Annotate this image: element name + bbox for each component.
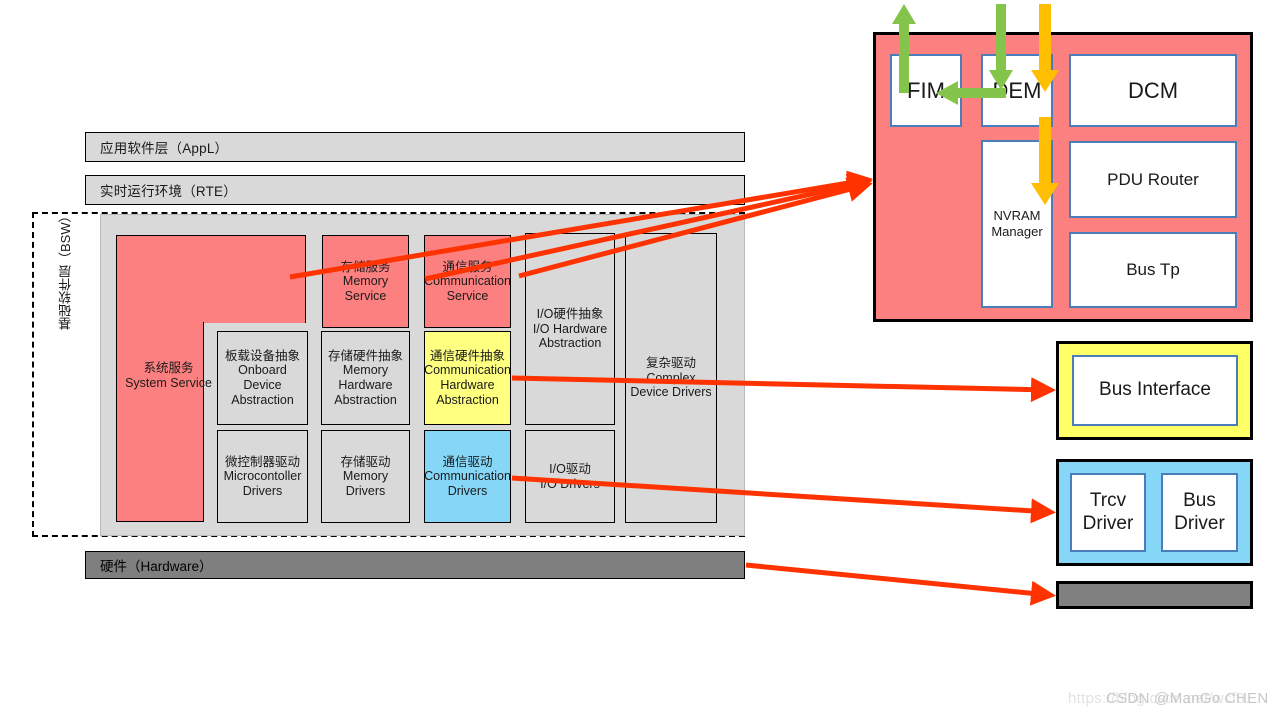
- bus-driver-box: Bus Driver: [1161, 473, 1238, 552]
- bsw-side-label-text: 基础软件层（BSW）: [58, 209, 74, 331]
- communication-service-zh: 通信服务: [442, 259, 493, 274]
- complex-device-drivers-en: Complex Device Drivers: [630, 370, 712, 400]
- system-service-block-upper: [116, 235, 306, 323]
- microcontroller-drivers-cell: 微控制器驱动 Microcontoller Drivers: [217, 430, 308, 523]
- onboard-device-abstraction-zh: 板载设备抽象: [224, 348, 300, 363]
- memory-service-zh: 存储服务: [340, 259, 391, 274]
- hardware-layer-label: 硬件（Hardware）: [100, 559, 213, 574]
- communication-drivers-en: Communication Drivers: [424, 469, 511, 498]
- complex-device-drivers-zh: 复杂驱动: [645, 356, 696, 371]
- onboard-device-abstraction-cell: 板载设备抽象 Onboard Device Abstraction: [217, 331, 308, 425]
- dem-box: DEM: [981, 54, 1053, 127]
- hardware-layer-bar: 硬件（Hardware）: [85, 551, 745, 579]
- watermark-text: CSDN @ManGo CHEN: [1106, 690, 1269, 707]
- hardware-grey-panel: [1056, 581, 1253, 609]
- application-software-layer-label: 应用软件层（AppL）: [100, 141, 229, 156]
- bus-driver-label: Bus Driver: [1174, 489, 1225, 534]
- microcontroller-drivers-en: Microcontoller Drivers: [223, 469, 302, 498]
- communication-service-cell: 通信服务 Communication Service: [424, 235, 511, 328]
- dcm-box: DCM: [1069, 54, 1237, 127]
- memory-hardware-abstraction-en: Memory Hardware Abstraction: [334, 363, 397, 407]
- communication-service-en: Communication Service: [424, 274, 511, 303]
- communication-hardware-abstraction-cell: 通信硬件抽象 Communication Hardware Abstractio…: [424, 331, 511, 425]
- io-hardware-abstraction-cell: I/O硬件抽象 I/O Hardware Abstraction: [525, 233, 615, 425]
- diagram-canvas: 应用软件层（AppL） 实时运行环境（RTE） 基础软件层（BSW） 系统服务 …: [0, 0, 1280, 720]
- communication-drivers-zh: 通信驱动: [442, 454, 493, 469]
- memory-drivers-cell: 存储驱动 Memory Drivers: [321, 430, 410, 523]
- system-service-seam-patch: [117, 320, 203, 325]
- complex-device-drivers-cell: 复杂驱动 Complex Device Drivers: [625, 233, 717, 523]
- red-connector-hardware: [745, 562, 1056, 606]
- microcontroller-drivers-zh: 微控制器驱动: [224, 454, 300, 469]
- memory-service-en: Memory Service: [342, 274, 389, 303]
- io-hardware-abstraction-en: I/O Hardware Abstraction: [532, 321, 608, 351]
- bus-tp-label: Bus Tp: [1126, 260, 1180, 279]
- onboard-device-abstraction-en: Onboard Device Abstraction: [231, 363, 294, 407]
- bus-tp-box: Bus Tp: [1069, 232, 1237, 308]
- trcv-driver-box: Trcv Driver: [1070, 473, 1146, 552]
- fim-box: FIM: [890, 54, 962, 127]
- dcm-label: DCM: [1127, 77, 1179, 103]
- memory-drivers-zh: 存储驱动: [340, 454, 391, 469]
- fim-label: FIM: [907, 77, 945, 103]
- application-software-layer-bar: 应用软件层（AppL）: [85, 132, 745, 162]
- io-drivers-zh: I/O驱动: [549, 461, 591, 476]
- trcv-driver-label: Trcv Driver: [1082, 489, 1134, 534]
- memory-service-cell: 存储服务 Memory Service: [322, 235, 409, 328]
- memory-hardware-abstraction-zh: 存储硬件抽象: [327, 348, 403, 363]
- communication-hardware-abstraction-en: Communication Hardware Abstraction: [424, 363, 511, 407]
- rte-layer-bar: 实时运行环境（RTE）: [85, 175, 745, 205]
- communication-hardware-abstraction-zh: 通信硬件抽象: [429, 348, 505, 363]
- memory-hardware-abstraction-cell: 存储硬件抽象 Memory Hardware Abstraction: [321, 331, 410, 425]
- io-drivers-cell: I/O驱动 I/O Drivers: [525, 430, 615, 523]
- bus-interface-box: Bus Interface: [1072, 355, 1238, 426]
- rte-layer-label: 实时运行环境（RTE）: [100, 184, 237, 199]
- dem-label: DEM: [992, 77, 1042, 103]
- io-hardware-abstraction-zh: I/O硬件抽象: [536, 307, 604, 322]
- memory-drivers-en: Memory Drivers: [342, 469, 389, 498]
- pdu-router-label: PDU Router: [1107, 169, 1199, 189]
- communication-drivers-cell: 通信驱动 Communication Drivers: [424, 430, 511, 523]
- system-service-block-lower: [116, 322, 204, 522]
- pdu-router-box: PDU Router: [1069, 141, 1237, 218]
- bus-interface-label: Bus Interface: [1099, 379, 1211, 401]
- bsw-side-label: 基础软件层（BSW）: [38, 210, 94, 331]
- io-drivers-en: I/O Drivers: [540, 476, 600, 491]
- nvram-manager-box: NVRAM Manager: [981, 140, 1053, 308]
- nvram-manager-label: NVRAM Manager: [991, 208, 1043, 239]
- watermark-text-wrap: CSDN @ManGo CHEN: [1106, 690, 1269, 707]
